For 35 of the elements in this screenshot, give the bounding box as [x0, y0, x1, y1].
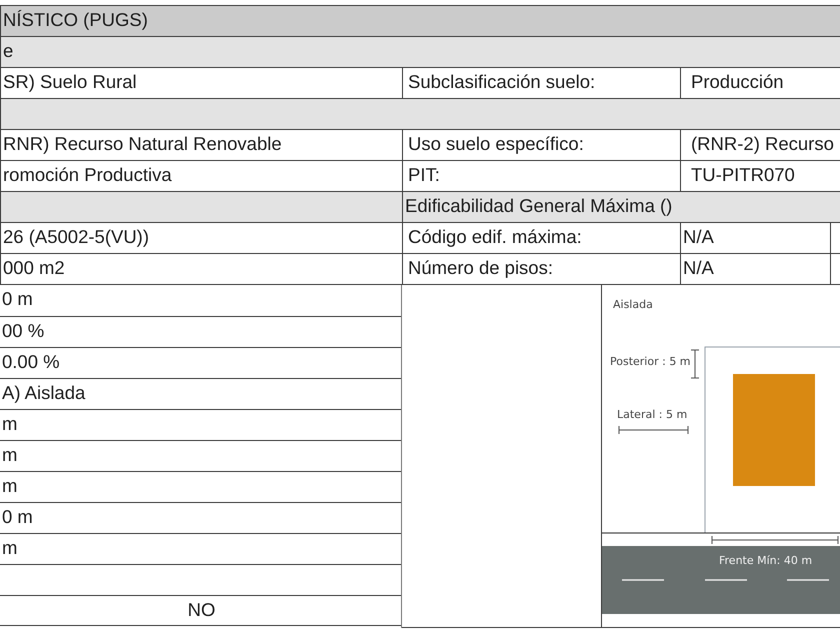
table-cell: 0 m [2, 506, 33, 527]
table-cell: Producción [680, 67, 840, 98]
field-label: Uso suelo específico: [402, 129, 680, 160]
dimension-line [618, 426, 688, 434]
table-cell: m [2, 475, 18, 496]
table-cell: 26 (A5002-5(VU)) [0, 222, 402, 253]
table-cell: SR) Suelo Rural [0, 67, 402, 98]
table-cell: romoción Productiva [0, 160, 402, 191]
dimension-label: Posterior : 5 m [610, 355, 691, 368]
field-label: Código edif. máxima: [402, 222, 680, 253]
table-cell: (RNR-2) Recurso [680, 129, 840, 160]
field-label: PIT: [402, 160, 680, 191]
table-cell [830, 222, 840, 253]
dimension-label: Frente Mín: 40 m [719, 554, 812, 567]
section-heading: Edificabilidad General Máxima () [402, 191, 840, 222]
table-cell: RNR) Recurso Natural Renovable [0, 129, 402, 160]
table-cell: NO [188, 599, 216, 620]
table-cell: m [2, 444, 18, 465]
table-cell: m [2, 413, 18, 434]
section-heading: NÍSTICO (PUGS) [0, 5, 840, 36]
dimension-line [690, 350, 700, 378]
table-cell: TU-PITR070 [680, 160, 840, 191]
table-cell: 0 m [2, 288, 33, 309]
field-label: Número de pisos: [402, 253, 680, 284]
table-cell: N/A [680, 253, 830, 284]
table-cell: 0.00 % [2, 351, 60, 372]
table-cell: 000 m2 [0, 253, 402, 284]
table-cell: 00 % [2, 320, 44, 341]
table-cell: A) Aislada [2, 382, 86, 403]
diagram-title: Aislada [613, 298, 653, 311]
table-cell: N/A [680, 222, 830, 253]
field-label: Subclasificación suelo: [402, 67, 680, 98]
section-heading: e [0, 36, 840, 67]
table-cell: m [2, 537, 18, 558]
dimension-label: Lateral : 5 m [617, 408, 688, 421]
